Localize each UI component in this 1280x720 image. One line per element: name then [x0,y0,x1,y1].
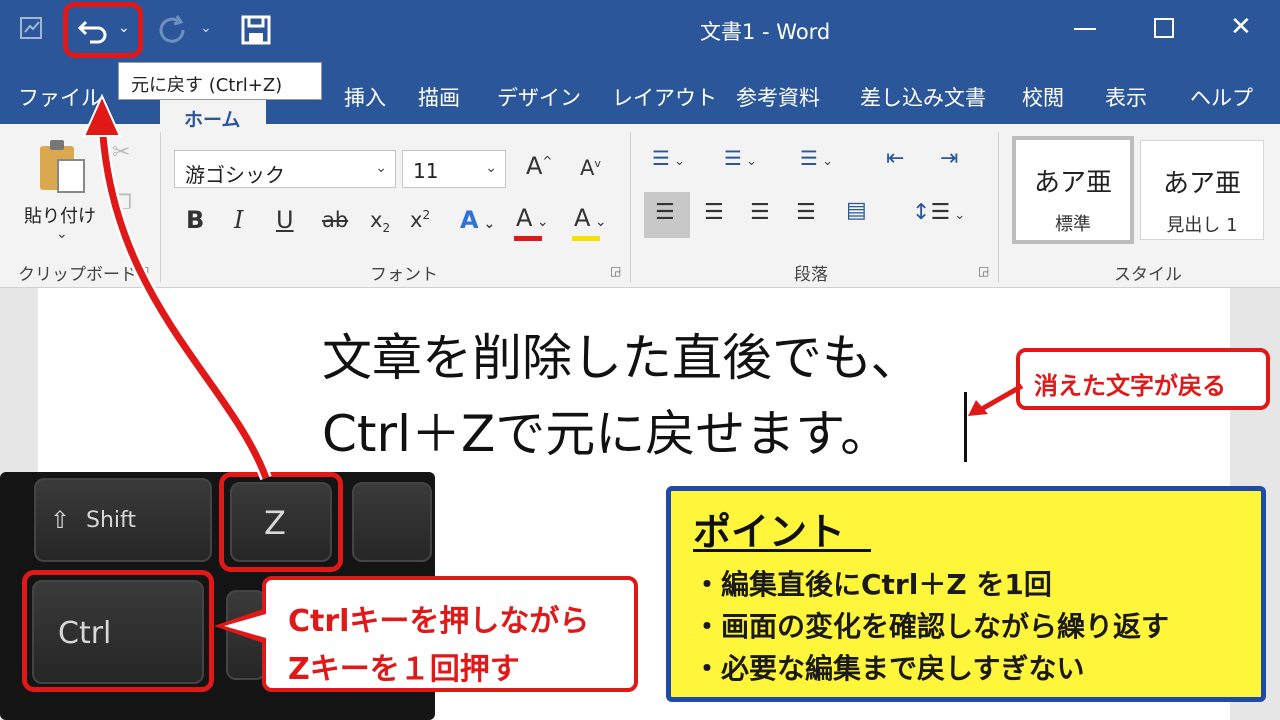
point-title: ポイント [693,510,846,554]
highlight-color-bar [514,236,542,241]
point-item: ・必要な編集まで戻しすぎない [693,652,1085,685]
redo-button[interactable] [158,14,188,46]
redo-dropdown-icon[interactable]: ⌄ [200,20,212,36]
shrink-font-icon[interactable]: Av [580,156,601,180]
document-text-line-2[interactable]: Ctrl＋Zで元に戻せます。 [322,394,890,466]
restored-callout: 消えた文字が戻る [1016,348,1270,410]
tab-view[interactable]: 表示 [1105,82,1147,112]
key-callout-line-1: Ctrlキーを押しながら [288,604,590,639]
point-item: ・編集直後にCtrl＋Z を1回 [693,568,1052,601]
style-name: 標準 [1055,214,1091,235]
font-group-label: フォント [370,265,438,285]
tab-layout[interactable]: レイアウト [612,82,717,112]
shift-key-label: Shift [86,508,137,533]
shift-key: ⇧ Shift [34,478,212,562]
tab-references[interactable]: 参考資料 [736,82,820,112]
chevron-down-icon: ⌄ [485,160,497,176]
document-text-line-1[interactable]: 文章を削除した直後でも、 [322,318,921,390]
style-preview: あア亜 [1033,168,1112,198]
maximize-icon[interactable] [1154,18,1174,38]
divider [998,132,999,282]
tab-insert[interactable]: 挿入 [344,82,386,112]
autosave-icon [18,14,46,42]
justify-icon[interactable]: ☰ [796,200,816,225]
divider [630,132,631,282]
point-item: ・画面の変化を確認しながら繰り返す [693,610,1170,643]
align-center-icon[interactable]: ☰ [704,200,724,225]
style-name: 見出し 1 [1166,215,1238,236]
increase-indent-icon[interactable]: ⇥ [940,146,958,171]
line-spacing-icon[interactable]: ↕☰ ⌄ [912,200,965,225]
bullets-icon[interactable]: ☰ ⌄ [652,146,685,170]
font-size-value: 11 [413,159,439,183]
key-callout: Ctrlキーを押しながら Zキーを１回押す [262,576,638,692]
font-color-bar [572,236,600,241]
paragraph-launcher-icon[interactable]: ◲ [978,264,989,278]
strikethrough-icon[interactable]: ab [322,208,348,232]
window-title: 文書1 - Word [700,20,831,44]
numbering-icon[interactable]: ☰ ⌄ [724,146,757,170]
x-key [352,482,432,562]
ctrl-key-highlight-box [22,570,214,692]
key-callout-pointer [214,606,266,646]
save-icon[interactable] [240,14,272,46]
style-preview: あア亜 [1162,169,1241,199]
style-normal[interactable]: あア亜 標準 [1012,136,1134,244]
shift-arrow-icon: ⇧ [50,506,71,534]
text-effects-icon[interactable]: A ⌄ [460,206,495,234]
align-left-icon[interactable]: ☰ [644,192,690,238]
font-size-combo[interactable]: 11 ⌄ [402,150,506,188]
tab-draw[interactable]: 描画 [418,82,460,112]
font-launcher-icon[interactable]: ◲ [610,264,621,278]
distributed-icon[interactable]: ▤ [846,198,867,223]
close-icon[interactable]: ✕ [1230,12,1252,42]
font-color-icon[interactable]: A ⌄ [574,204,607,232]
undo-arrow [80,50,280,490]
multilevel-list-icon[interactable]: ☰ ⌄ [800,146,833,170]
decrease-indent-icon[interactable]: ⇤ [886,146,904,171]
grow-font-icon[interactable]: A^ [526,152,552,180]
point-title-underline [693,549,871,552]
callout-arrow [966,380,1026,420]
subscript-icon[interactable]: x2 [370,208,390,235]
superscript-icon[interactable]: x2 [410,208,430,232]
style-heading-1[interactable]: あア亜 見出し 1 [1140,140,1264,240]
paragraph-group-label: 段落 [794,265,828,285]
tab-review[interactable]: 校閲 [1022,82,1064,112]
restored-callout-text: 消えた文字が戻る [1034,372,1226,400]
align-right-icon[interactable]: ☰ [750,200,770,225]
minimize-icon[interactable] [1074,28,1096,30]
key-callout-line-2: Zキーを１回押す [288,652,520,687]
tab-mailings[interactable]: 差し込み文書 [860,82,986,112]
point-box: ポイント ・編集直後にCtrl＋Z を1回 ・画面の変化を確認しながら繰り返す … [666,486,1266,702]
tab-design[interactable]: デザイン [497,82,581,112]
styles-group-label: スタイル [1114,265,1182,285]
highlight-color-icon[interactable]: A ⌄ [516,204,549,232]
tab-help[interactable]: ヘルプ [1190,82,1253,112]
paste-dropdown-icon[interactable]: ⌄ [56,226,68,242]
chevron-down-icon: ⌄ [375,160,387,176]
